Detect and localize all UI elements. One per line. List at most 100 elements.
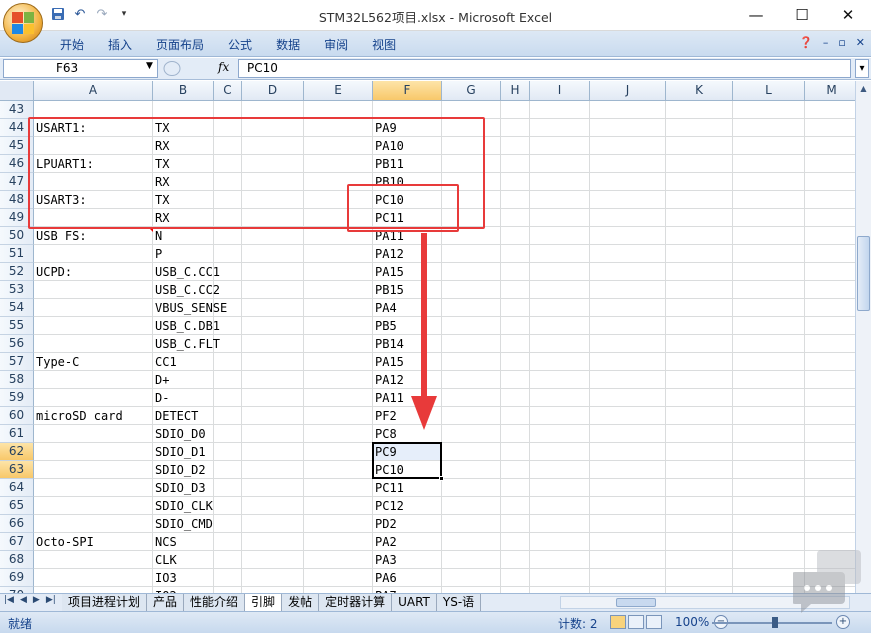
- insert-function-icon[interactable]: fx: [218, 60, 229, 74]
- cell-b50[interactable]: N: [153, 227, 214, 245]
- row-header[interactable]: 59: [0, 389, 34, 407]
- sheet-tab[interactable]: 定时器计算: [319, 594, 393, 611]
- column-header-b[interactable]: B: [153, 81, 214, 101]
- workbook-close-icon[interactable]: ✕: [856, 36, 865, 49]
- row-header[interactable]: 61: [0, 425, 34, 443]
- cell-b66[interactable]: SDIO_CMD: [153, 515, 214, 533]
- row-header[interactable]: 52: [0, 263, 34, 281]
- maximize-icon[interactable]: ☐: [779, 0, 825, 30]
- worksheet-grid[interactable]: A B C D E F G H I J K L M 43 44 USART1: TX PA9 45 RX PA10 46 L…: [0, 81, 855, 593]
- row-header[interactable]: 63: [0, 461, 34, 479]
- row-header[interactable]: 55: [0, 317, 34, 335]
- column-header-h[interactable]: H: [501, 81, 530, 101]
- close-icon[interactable]: ✕: [825, 0, 871, 30]
- cell-b53[interactable]: USB_C.CC2: [153, 281, 220, 299]
- row-header[interactable]: 60: [0, 407, 34, 425]
- cell-a57[interactable]: Type-C: [34, 353, 153, 371]
- workbook-restore-icon[interactable]: ▫: [838, 36, 845, 49]
- tab-data[interactable]: 数据: [264, 35, 312, 55]
- cell-a60[interactable]: microSD card: [34, 407, 153, 425]
- cell-f68[interactable]: PA3: [373, 551, 442, 569]
- tab-insert[interactable]: 插入: [96, 35, 144, 55]
- cell-b67[interactable]: NCS: [153, 533, 214, 551]
- cell-a52[interactable]: UCPD:: [34, 263, 153, 281]
- sheet-tab[interactable]: 项目进程计划: [62, 594, 148, 611]
- column-header-f[interactable]: F: [373, 81, 442, 101]
- name-box-dropdown-icon[interactable]: ▼: [146, 61, 153, 71]
- cell-b57[interactable]: CC1: [153, 353, 214, 371]
- row-header[interactable]: 50: [0, 227, 34, 245]
- office-button[interactable]: [3, 3, 43, 43]
- cell-f66[interactable]: PD2: [373, 515, 442, 533]
- row-header[interactable]: 56: [0, 335, 34, 353]
- expand-formula-bar-icon[interactable]: ▾: [855, 59, 869, 78]
- cell-b62[interactable]: SDIO_D1: [153, 443, 214, 461]
- vertical-scrollbar[interactable]: ▲: [855, 81, 871, 593]
- row-header[interactable]: 58: [0, 371, 34, 389]
- cell-f67[interactable]: PA2: [373, 533, 442, 551]
- column-header-a[interactable]: A: [34, 81, 153, 101]
- cell-b59[interactable]: D-: [153, 389, 214, 407]
- zoom-slider-knob[interactable]: [772, 617, 778, 628]
- row-header[interactable]: 53: [0, 281, 34, 299]
- column-header-k[interactable]: K: [666, 81, 733, 101]
- page-layout-view-icon[interactable]: [628, 615, 644, 629]
- cell-f64[interactable]: PC11: [373, 479, 442, 497]
- tab-view[interactable]: 视图: [360, 35, 408, 55]
- help-icon[interactable]: ❓: [799, 36, 813, 49]
- row-header[interactable]: 67: [0, 533, 34, 551]
- row-header[interactable]: 68: [0, 551, 34, 569]
- scroll-up-icon[interactable]: ▲: [856, 81, 871, 96]
- cell-b52[interactable]: USB_C.CC1: [153, 263, 220, 281]
- row-header[interactable]: 69: [0, 569, 34, 587]
- row-header[interactable]: 51: [0, 245, 34, 263]
- cell-b69[interactable]: IO3: [153, 569, 214, 587]
- horizontal-scroll-thumb[interactable]: [616, 598, 656, 607]
- vertical-scroll-thumb[interactable]: [857, 236, 870, 311]
- cell-b58[interactable]: D+: [153, 371, 214, 389]
- sheet-tab[interactable]: 发帖: [282, 594, 320, 611]
- prev-sheet-icon[interactable]: ◀: [20, 595, 27, 605]
- sheet-tab[interactable]: YS-语: [436, 594, 482, 611]
- column-header-c[interactable]: C: [214, 81, 242, 101]
- workbook-minimize-icon[interactable]: –: [823, 36, 829, 49]
- row-header[interactable]: 65: [0, 497, 34, 515]
- cell-b51[interactable]: P: [153, 245, 214, 263]
- cell-b64[interactable]: SDIO_D3: [153, 479, 214, 497]
- select-all-corner[interactable]: [0, 81, 34, 101]
- column-header-i[interactable]: I: [530, 81, 590, 101]
- cell-f69[interactable]: PA6: [373, 569, 442, 587]
- sheet-tab[interactable]: 产品: [147, 594, 185, 611]
- page-break-view-icon[interactable]: [646, 615, 662, 629]
- cell-b68[interactable]: CLK: [153, 551, 214, 569]
- fill-handle[interactable]: [439, 476, 444, 481]
- cell-b54[interactable]: VBUS_SENSE: [153, 299, 227, 317]
- tab-home[interactable]: 开始: [48, 35, 96, 55]
- sheet-tab[interactable]: 性能介绍: [184, 594, 246, 611]
- row-header[interactable]: 64: [0, 479, 34, 497]
- column-header-l[interactable]: L: [733, 81, 805, 101]
- name-box[interactable]: F63: [3, 59, 158, 78]
- column-header-e[interactable]: E: [304, 81, 373, 101]
- column-header-g[interactable]: G: [442, 81, 501, 101]
- sheet-tab-active[interactable]: 引脚: [245, 594, 283, 611]
- cell-b61[interactable]: SDIO_D0: [153, 425, 214, 443]
- formula-input[interactable]: PC10: [238, 59, 851, 78]
- column-header-d[interactable]: D: [242, 81, 304, 101]
- column-header-j[interactable]: J: [590, 81, 666, 101]
- cell-a67[interactable]: Octo-SPI: [34, 533, 153, 551]
- cell-b60[interactable]: DETECT: [153, 407, 214, 425]
- cell-a50[interactable]: USB FS:: [34, 227, 153, 245]
- cell-b65[interactable]: SDIO_CLK: [153, 497, 214, 515]
- cell-b56[interactable]: USB_C.FLT: [153, 335, 220, 353]
- zoom-level[interactable]: 100%: [675, 615, 709, 629]
- row-header[interactable]: 54: [0, 299, 34, 317]
- row-header[interactable]: 66: [0, 515, 34, 533]
- sheet-tab[interactable]: UART: [392, 594, 437, 611]
- cell-b55[interactable]: USB_C.DB1: [153, 317, 220, 335]
- tab-formulas[interactable]: 公式: [216, 35, 264, 55]
- row-header[interactable]: 57: [0, 353, 34, 371]
- cell-f65[interactable]: PC12: [373, 497, 442, 515]
- minimize-icon[interactable]: —: [733, 0, 779, 30]
- row-header[interactable]: 62: [0, 443, 34, 461]
